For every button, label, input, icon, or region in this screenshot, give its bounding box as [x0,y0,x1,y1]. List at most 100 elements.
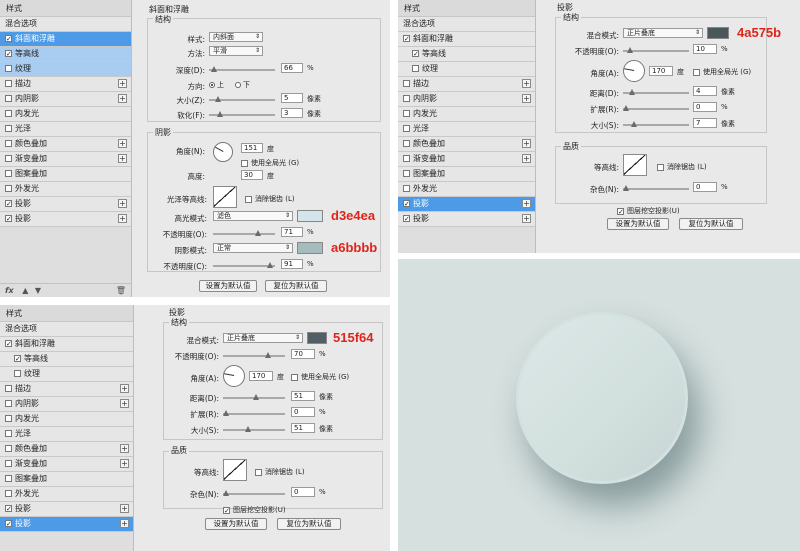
angle-input[interactable]: 151 [241,143,263,153]
highlight-color-swatch[interactable] [297,210,323,222]
checkbox[interactable]: ✓ [403,200,410,208]
sidebar-item[interactable]: ✓ 投影 + [398,197,535,212]
checkbox[interactable] [5,125,12,132]
add-instance-icon[interactable]: + [120,459,129,468]
shadow-color-swatch[interactable] [707,27,729,39]
make-default-button[interactable]: 设置为默认值 [205,518,267,530]
checkbox[interactable] [5,110,12,117]
checkbox[interactable]: ✓ [14,355,21,363]
add-instance-icon[interactable]: + [118,154,127,163]
anti-alias-checkbox[interactable]: 消除锯齿 (L) [255,467,305,477]
highlight-mode-select[interactable]: 滤色 ⇕ [213,211,293,221]
highlight-opacity-input[interactable]: 71 [281,227,303,237]
depth-slider[interactable] [209,66,275,72]
soften-input[interactable]: 3 [281,108,303,118]
opacity-input[interactable]: 70 [291,349,315,359]
distance-slider[interactable] [223,394,285,400]
soften-slider[interactable] [209,111,275,117]
shadow-opacity-slider[interactable] [213,262,275,268]
gloss-contour-picker[interactable] [213,186,237,208]
checkbox[interactable]: ✓ [403,215,410,223]
distance-slider[interactable] [623,89,689,95]
add-instance-icon[interactable]: + [522,94,531,103]
make-default-button[interactable]: 设置为默认值 [199,280,257,292]
sidebar-item[interactable]: 颜色叠加 + [0,137,131,152]
add-instance-icon[interactable]: + [522,139,531,148]
checkbox[interactable] [5,490,12,497]
sidebar-item[interactable]: 光泽 [398,122,535,137]
size-slider[interactable] [623,121,689,127]
shadow-opacity-input[interactable]: 91 [281,259,303,269]
direction-up-radio[interactable]: 上 [209,80,224,90]
add-instance-icon[interactable]: + [120,519,129,528]
checkbox[interactable] [5,400,12,407]
checkbox[interactable] [403,95,410,102]
add-instance-icon[interactable]: + [120,444,129,453]
checkbox[interactable] [5,415,12,422]
sidebar-item[interactable]: 描边 + [0,77,131,92]
angle-dial[interactable] [623,60,645,82]
sidebar-item[interactable]: 内阴影 + [0,397,133,412]
sidebar-item[interactable]: 颜色叠加 + [0,442,133,457]
sidebar-item[interactable]: 混合选项 [398,17,535,32]
checkbox[interactable] [403,170,410,177]
checkbox[interactable] [5,80,12,87]
add-instance-icon[interactable]: + [118,214,127,223]
checkbox[interactable] [403,110,410,117]
reset-default-button[interactable]: 复位为默认值 [277,518,341,530]
sidebar-item[interactable]: ✓ 斜面和浮雕 [398,32,535,47]
checkbox[interactable] [403,155,410,162]
spread-input[interactable]: 0 [291,407,315,417]
add-instance-icon[interactable]: + [120,504,129,513]
direction-down-radio[interactable]: 下 [235,80,250,90]
angle-input[interactable]: 170 [649,66,673,76]
checkbox[interactable]: ✓ [412,50,419,58]
shadow-mode-select[interactable]: 正常 ⇕ [213,243,293,253]
sidebar-item[interactable]: 外发光 [0,182,131,197]
sidebar-item[interactable]: 渐变叠加 + [0,152,131,167]
checkbox[interactable] [5,385,12,392]
sidebar-item[interactable]: 渐变叠加 + [0,457,133,472]
sidebar-item[interactable]: 内阴影 + [398,92,535,107]
size-input[interactable]: 7 [693,118,717,128]
add-instance-icon[interactable]: + [522,199,531,208]
checkbox[interactable]: ✓ [5,200,12,208]
sidebar-item[interactable]: 外发光 [0,487,133,502]
shadow-color-swatch[interactable] [297,242,323,254]
opacity-slider[interactable] [223,352,285,358]
noise-slider[interactable] [223,490,285,496]
global-light-checkbox[interactable]: 使用全局光 (G) [693,67,751,77]
fx-icon[interactable]: fx [5,286,14,295]
sidebar-item[interactable]: 纹理 [398,62,535,77]
sidebar-item[interactable]: 图案叠加 [0,472,133,487]
layer-knockout-checkbox[interactable]: ✓ 图层挖空投影(U) [617,206,680,216]
checkbox[interactable]: ✓ [5,340,12,348]
add-instance-icon[interactable]: + [522,214,531,223]
sidebar-item[interactable]: 混合选项 [0,322,133,337]
sidebar-item[interactable]: ✓ 等高线 [0,352,133,367]
noise-input[interactable]: 0 [693,182,717,192]
style-select[interactable]: 内斜面 ⇕ [209,32,263,42]
blend-mode-select[interactable]: 正片叠底 ⇕ [223,333,303,343]
checkbox[interactable]: ✓ [5,520,12,528]
shadow-color-swatch[interactable] [307,332,327,344]
global-light-checkbox[interactable]: 使用全局光 (G) [291,372,349,382]
sidebar-item[interactable]: 图案叠加 [398,167,535,182]
sidebar-item[interactable]: ✓ 等高线 [398,47,535,62]
blend-mode-select[interactable]: 正片叠底 ⇕ [623,28,703,38]
sidebar-item[interactable]: 纹理 [0,367,133,382]
sidebar-item[interactable]: 纹理 [0,62,131,77]
checkbox[interactable] [5,460,12,467]
size-slider[interactable] [209,96,275,102]
contour-picker[interactable] [623,154,647,176]
checkbox[interactable] [5,140,12,147]
size-input[interactable]: 5 [281,93,303,103]
checkbox[interactable] [5,65,12,72]
contour-picker[interactable] [223,459,247,481]
checkbox[interactable] [403,125,410,132]
sidebar-item[interactable]: 内发光 [398,107,535,122]
depth-input[interactable]: 66 [281,63,303,73]
anti-alias-checkbox[interactable]: 消除锯齿 (L) [657,162,707,172]
sidebar-item[interactable]: ✓ 投影 + [0,502,133,517]
trash-icon[interactable]: 🗑 [116,284,126,297]
